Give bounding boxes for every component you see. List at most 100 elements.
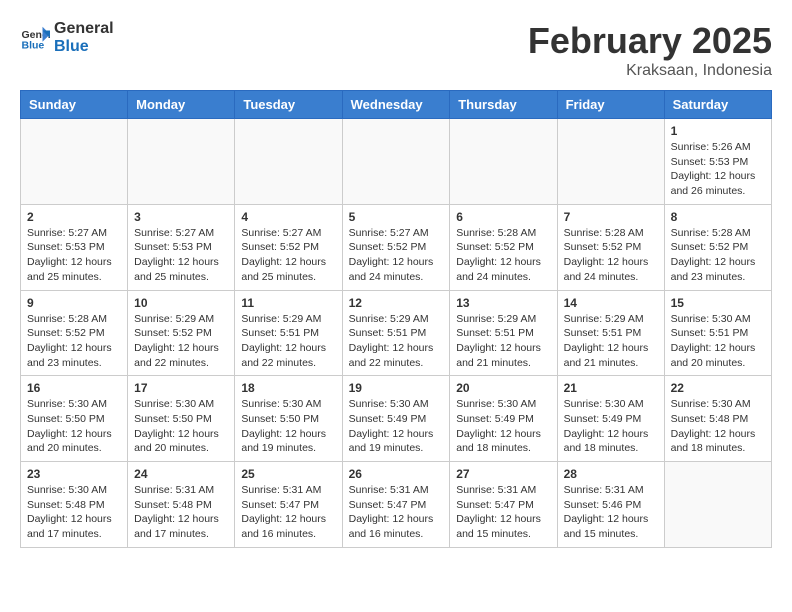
day-number: 28	[564, 467, 658, 481]
week-row-4: 16Sunrise: 5:30 AM Sunset: 5:50 PM Dayli…	[21, 376, 772, 462]
day-info: Sunrise: 5:30 AM Sunset: 5:50 PM Dayligh…	[134, 397, 228, 456]
calendar-cell: 5 Sunrise: 5:27 AM Sunset: 5:52 PM Daylig…	[342, 204, 450, 290]
day-info: Sunrise: 5:30 AM Sunset: 5:48 PM Dayligh…	[671, 397, 765, 456]
calendar-cell	[342, 119, 450, 205]
calendar-cell: 27 Sunrise: 5:31 AM Sunset: 5:47 PM Dayli…	[450, 462, 557, 548]
calendar-cell: 12 Sunrise: 5:29 AM Sunset: 5:51 PM Dayli…	[342, 290, 450, 376]
day-number: 12	[349, 296, 444, 310]
logo: General Blue General Blue	[20, 20, 114, 55]
calendar-cell: 10 Sunrise: 5:29 AM Sunset: 5:52 PM Dayli…	[128, 290, 235, 376]
day-info: Sunrise: 5:30 AM Sunset: 5:49 PM Dayligh…	[349, 397, 444, 456]
logo-general: General	[54, 20, 114, 38]
calendar-cell: 15 Sunrise: 5:30 AM Sunset: 5:51 PM Dayli…	[664, 290, 771, 376]
day-info: Sunrise: 5:29 AM Sunset: 5:51 PM Dayligh…	[564, 312, 658, 371]
day-number: 25	[241, 467, 335, 481]
day-info: Sunrise: 5:31 AM Sunset: 5:47 PM Dayligh…	[241, 483, 335, 542]
calendar-cell: 18Sunrise: 5:30 AM Sunset: 5:50 PM Dayli…	[235, 376, 342, 462]
day-info: Sunrise: 5:28 AM Sunset: 5:52 PM Dayligh…	[564, 226, 658, 285]
weekday-header-row: SundayMondayTuesdayWednesdayThursdayFrid…	[21, 91, 772, 119]
day-info: Sunrise: 5:30 AM Sunset: 5:50 PM Dayligh…	[27, 397, 121, 456]
day-info: Sunrise: 5:27 AM Sunset: 5:52 PM Dayligh…	[241, 226, 335, 285]
day-info: Sunrise: 5:29 AM Sunset: 5:51 PM Dayligh…	[349, 312, 444, 371]
calendar-cell: 19 Sunrise: 5:30 AM Sunset: 5:49 PM Dayli…	[342, 376, 450, 462]
logo-blue: Blue	[54, 38, 114, 56]
day-number: 5	[349, 210, 444, 224]
title-section: February 2025 Kraksaan, Indonesia	[528, 20, 772, 80]
day-info: Sunrise: 5:29 AM Sunset: 5:51 PM Dayligh…	[456, 312, 550, 371]
calendar: SundayMondayTuesdayWednesdayThursdayFrid…	[20, 90, 772, 548]
day-info: Sunrise: 5:28 AM Sunset: 5:52 PM Dayligh…	[671, 226, 765, 285]
day-info: Sunrise: 5:29 AM Sunset: 5:52 PM Dayligh…	[134, 312, 228, 371]
day-number: 4	[241, 210, 335, 224]
day-info: Sunrise: 5:29 AM Sunset: 5:51 PM Dayligh…	[241, 312, 335, 371]
day-info: Sunrise: 5:28 AM Sunset: 5:52 PM Dayligh…	[456, 226, 550, 285]
month-year: February 2025	[528, 20, 772, 62]
weekday-header-saturday: Saturday	[664, 91, 771, 119]
day-number: 15	[671, 296, 765, 310]
week-row-2: 2 Sunrise: 5:27 AM Sunset: 5:53 PM Daylig…	[21, 204, 772, 290]
location: Kraksaan, Indonesia	[528, 62, 772, 80]
day-number: 2	[27, 210, 121, 224]
calendar-cell: 1 Sunrise: 5:26 AM Sunset: 5:53 PM Daylig…	[664, 119, 771, 205]
day-info: Sunrise: 5:28 AM Sunset: 5:52 PM Dayligh…	[27, 312, 121, 371]
calendar-cell: 7 Sunrise: 5:28 AM Sunset: 5:52 PM Daylig…	[557, 204, 664, 290]
calendar-cell: 24 Sunrise: 5:31 AM Sunset: 5:48 PM Dayli…	[128, 462, 235, 548]
day-info: Sunrise: 5:30 AM Sunset: 5:48 PM Dayligh…	[27, 483, 121, 542]
day-number: 22	[671, 381, 765, 395]
day-info: Sunrise: 5:27 AM Sunset: 5:53 PM Dayligh…	[27, 226, 121, 285]
calendar-cell: 14 Sunrise: 5:29 AM Sunset: 5:51 PM Dayli…	[557, 290, 664, 376]
weekday-header-tuesday: Tuesday	[235, 91, 342, 119]
weekday-header-wednesday: Wednesday	[342, 91, 450, 119]
calendar-cell: 8Sunrise: 5:28 AM Sunset: 5:52 PM Daylig…	[664, 204, 771, 290]
calendar-cell: 20 Sunrise: 5:30 AM Sunset: 5:49 PM Dayli…	[450, 376, 557, 462]
weekday-header-monday: Monday	[128, 91, 235, 119]
calendar-cell: 28 Sunrise: 5:31 AM Sunset: 5:46 PM Dayli…	[557, 462, 664, 548]
weekday-header-thursday: Thursday	[450, 91, 557, 119]
calendar-cell: 16Sunrise: 5:30 AM Sunset: 5:50 PM Dayli…	[21, 376, 128, 462]
day-number: 19	[349, 381, 444, 395]
day-number: 6	[456, 210, 550, 224]
day-info: Sunrise: 5:30 AM Sunset: 5:50 PM Dayligh…	[241, 397, 335, 456]
day-info: Sunrise: 5:26 AM Sunset: 5:53 PM Dayligh…	[671, 140, 765, 199]
day-number: 7	[564, 210, 658, 224]
day-info: Sunrise: 5:30 AM Sunset: 5:49 PM Dayligh…	[456, 397, 550, 456]
calendar-cell: 9 Sunrise: 5:28 AM Sunset: 5:52 PM Daylig…	[21, 290, 128, 376]
calendar-cell: 22 Sunrise: 5:30 AM Sunset: 5:48 PM Dayli…	[664, 376, 771, 462]
day-number: 13	[456, 296, 550, 310]
day-number: 1	[671, 124, 765, 138]
day-number: 24	[134, 467, 228, 481]
day-info: Sunrise: 5:27 AM Sunset: 5:52 PM Dayligh…	[349, 226, 444, 285]
header: General Blue General Blue February 2025 …	[20, 20, 772, 80]
day-info: Sunrise: 5:31 AM Sunset: 5:46 PM Dayligh…	[564, 483, 658, 542]
week-row-3: 9 Sunrise: 5:28 AM Sunset: 5:52 PM Daylig…	[21, 290, 772, 376]
calendar-cell	[128, 119, 235, 205]
calendar-cell	[21, 119, 128, 205]
day-number: 10	[134, 296, 228, 310]
calendar-cell: 4 Sunrise: 5:27 AM Sunset: 5:52 PM Daylig…	[235, 204, 342, 290]
day-number: 3	[134, 210, 228, 224]
day-number: 26	[349, 467, 444, 481]
calendar-cell: 21 Sunrise: 5:30 AM Sunset: 5:49 PM Dayli…	[557, 376, 664, 462]
day-number: 9	[27, 296, 121, 310]
day-info: Sunrise: 5:31 AM Sunset: 5:48 PM Dayligh…	[134, 483, 228, 542]
day-number: 27	[456, 467, 550, 481]
calendar-cell	[664, 462, 771, 548]
day-number: 14	[564, 296, 658, 310]
day-info: Sunrise: 5:30 AM Sunset: 5:51 PM Dayligh…	[671, 312, 765, 371]
weekday-header-friday: Friday	[557, 91, 664, 119]
calendar-cell	[450, 119, 557, 205]
day-number: 20	[456, 381, 550, 395]
calendar-cell: 6 Sunrise: 5:28 AM Sunset: 5:52 PM Daylig…	[450, 204, 557, 290]
svg-text:Blue: Blue	[22, 39, 45, 51]
week-row-1: 1 Sunrise: 5:26 AM Sunset: 5:53 PM Daylig…	[21, 119, 772, 205]
logo-icon: General Blue	[20, 23, 50, 53]
calendar-cell: 11 Sunrise: 5:29 AM Sunset: 5:51 PM Dayli…	[235, 290, 342, 376]
day-number: 17	[134, 381, 228, 395]
calendar-cell: 13 Sunrise: 5:29 AM Sunset: 5:51 PM Dayli…	[450, 290, 557, 376]
day-info: Sunrise: 5:31 AM Sunset: 5:47 PM Dayligh…	[456, 483, 550, 542]
day-info: Sunrise: 5:31 AM Sunset: 5:47 PM Dayligh…	[349, 483, 444, 542]
calendar-cell	[235, 119, 342, 205]
day-info: Sunrise: 5:30 AM Sunset: 5:49 PM Dayligh…	[564, 397, 658, 456]
day-number: 21	[564, 381, 658, 395]
day-number: 11	[241, 296, 335, 310]
